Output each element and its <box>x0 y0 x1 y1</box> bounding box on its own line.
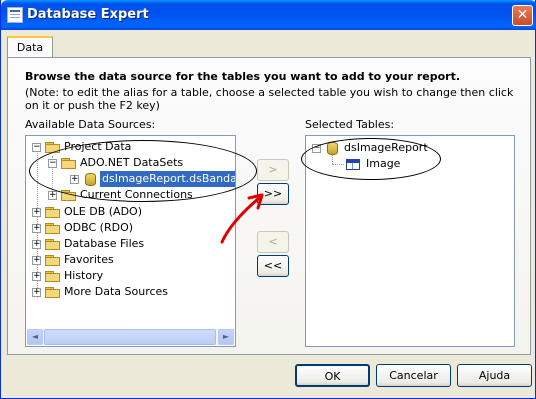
instructions-heading: Browse the data source for the tables yo… <box>25 70 461 83</box>
folder-icon <box>61 158 77 170</box>
folder-icon <box>45 287 61 299</box>
title-bar[interactable]: Database Expert ✕ <box>1 0 536 30</box>
tree-item-label: Project Data <box>64 140 132 153</box>
table-icon <box>346 159 360 170</box>
expand-icon[interactable]: + <box>32 256 41 265</box>
tree-item-label: ADO.NET DataSets <box>80 156 184 169</box>
add-one-button[interactable]: > <box>257 159 289 181</box>
folder-icon <box>61 190 77 202</box>
help-button[interactable]: Ajuda <box>457 364 532 387</box>
selected-tables-tree[interactable]: − dsImageReport Image <box>305 135 515 347</box>
dataset-icon <box>85 173 96 186</box>
tree-item-label: Favorites <box>64 253 114 266</box>
expand-icon[interactable]: + <box>32 240 41 249</box>
tree-item-label: OLE DB (ADO) <box>64 205 142 218</box>
horizontal-scrollbar[interactable]: ◄ ► <box>27 329 234 345</box>
tab-data[interactable]: Data <box>7 36 53 58</box>
tree-item-label: Current Connections <box>80 188 193 201</box>
tree-item-label: dsImageReport.dsBandasFa <box>100 171 235 187</box>
database-expert-icon <box>7 7 23 23</box>
folder-icon <box>45 239 61 251</box>
expand-icon[interactable]: + <box>48 191 57 200</box>
expand-icon[interactable]: + <box>32 224 41 233</box>
remove-all-button[interactable]: << <box>257 255 289 277</box>
window-title: Database Expert <box>27 7 149 22</box>
collapse-icon[interactable]: − <box>32 143 41 152</box>
scroll-thumb[interactable] <box>44 329 216 345</box>
folder-icon <box>45 271 61 283</box>
selected-tables-label: Selected Tables: <box>305 118 395 131</box>
collapse-icon[interactable]: − <box>312 144 321 153</box>
expand-icon[interactable]: + <box>70 175 79 184</box>
database-expert-dialog: Database Expert ✕ Data Browse the data s… <box>0 0 536 399</box>
tree-item-label: dsImageReport <box>344 141 428 154</box>
annotation-arrow-icon <box>220 193 264 244</box>
tree-item-label: ODBC (RDO) <box>64 221 134 234</box>
expand-icon[interactable]: + <box>32 208 41 217</box>
instructions-note: (Note: to edit the alias for a table, ch… <box>25 86 514 112</box>
folder-icon <box>45 223 61 235</box>
tree-item-label: More Data Sources <box>64 285 169 298</box>
cancel-button[interactable]: Cancelar <box>376 364 451 387</box>
folder-icon <box>45 255 61 267</box>
tree-item-label: Image <box>366 157 401 170</box>
close-button[interactable]: ✕ <box>512 5 533 26</box>
ok-button[interactable]: OK <box>295 364 370 387</box>
expand-icon[interactable]: + <box>32 288 41 297</box>
available-sources-tree[interactable]: − Project Data − ADO.NET DataSets + dsIm… <box>25 135 236 347</box>
scroll-right-icon[interactable]: ► <box>218 329 234 345</box>
scroll-left-icon[interactable]: ◄ <box>27 329 43 345</box>
expand-icon[interactable]: + <box>32 272 41 281</box>
collapse-icon[interactable]: − <box>48 159 57 168</box>
available-sources-label: Available Data Sources: <box>25 118 156 131</box>
folder-icon <box>45 207 61 219</box>
dataset-icon <box>327 142 338 155</box>
folder-icon <box>45 142 61 154</box>
tree-item-label: Database Files <box>64 237 145 250</box>
tree-item-label: History <box>64 269 104 282</box>
